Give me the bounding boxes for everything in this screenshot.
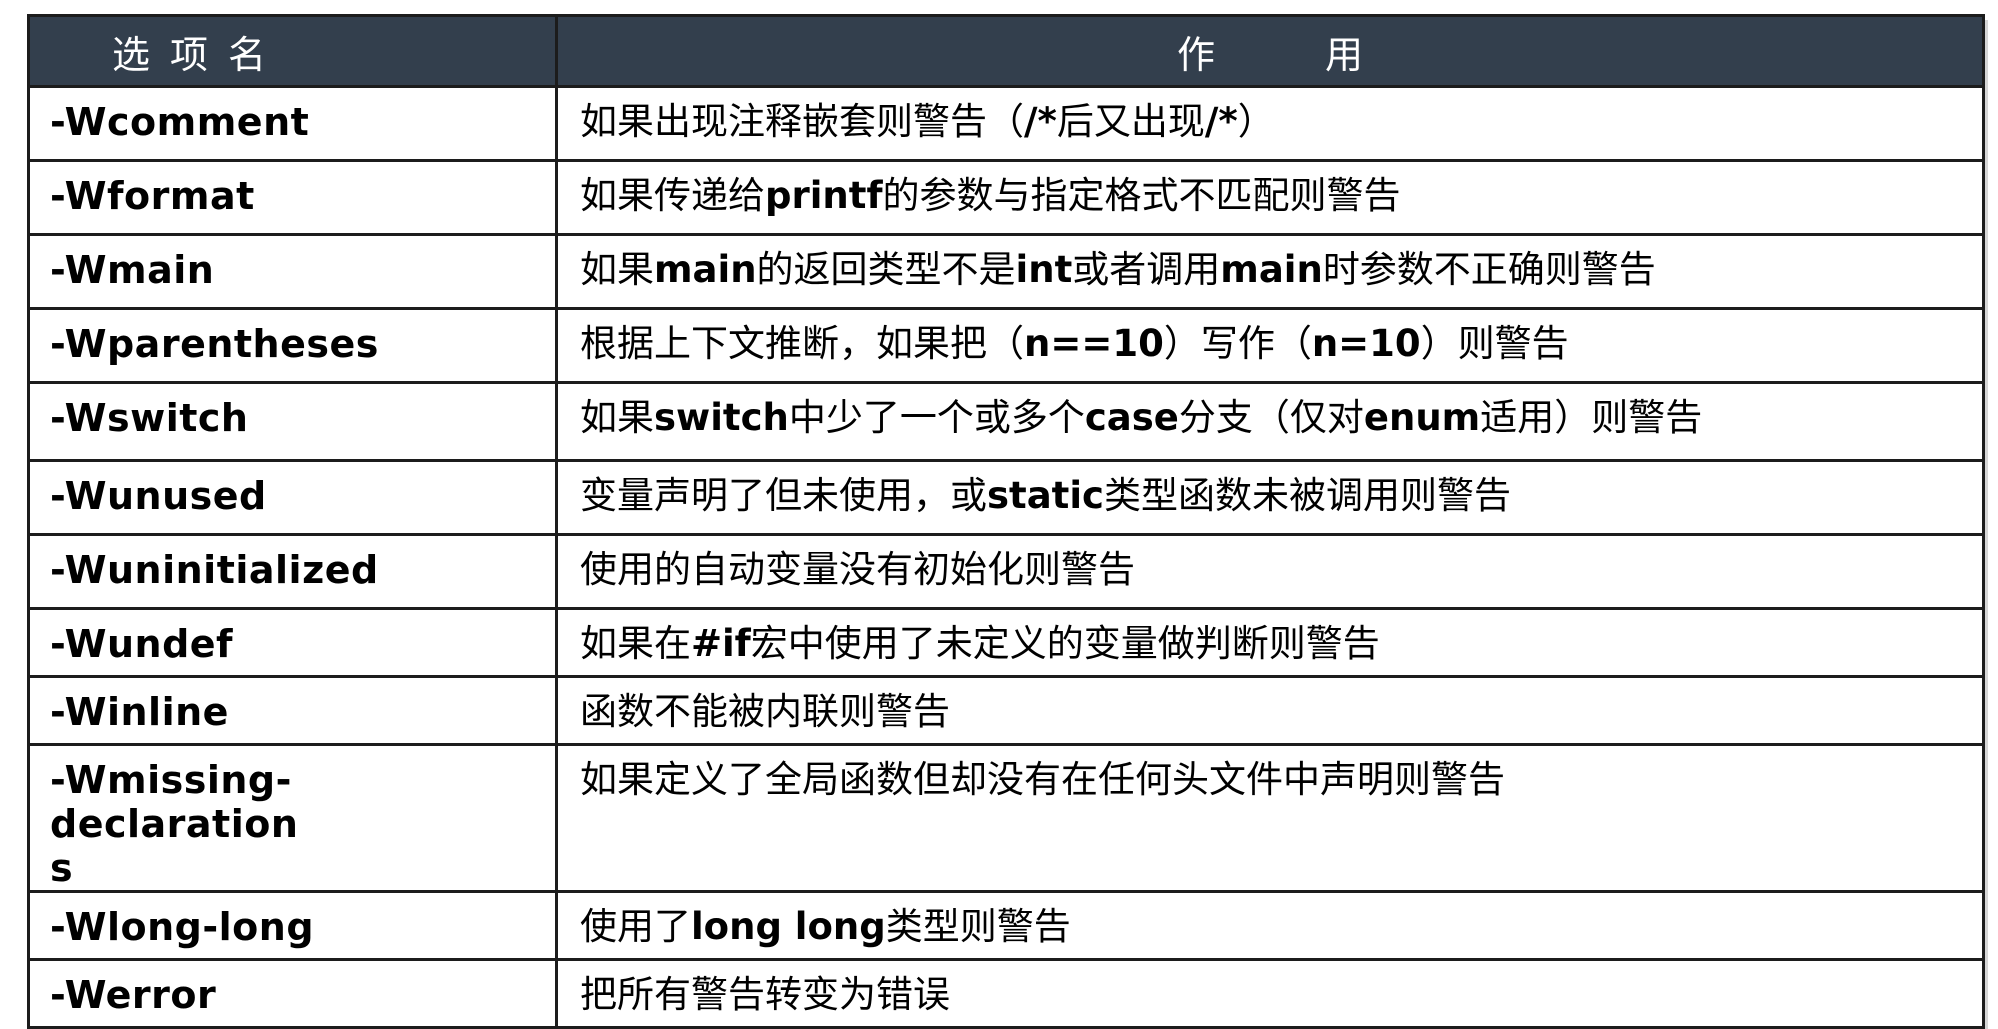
effect-cell: 如果出现注释嵌套则警告（/*后又出现/*） [555,85,1985,162]
table-row: -Wmain 如果main的返回类型不是int或者调用main时参数不正确则警告 [27,233,1985,310]
option-cell: -Wundef [27,607,558,678]
option-cell: -Wuninitialized [27,533,558,610]
table-row: -Wuninitialized 使用的自动变量没有初始化则警告 [27,533,1985,610]
header-row: 选项名 作用 [27,14,1985,88]
option-cell: -Wlong-long [27,890,558,961]
table-row: -Wunused 变量声明了但未使用，或static类型函数未被调用则警告 [27,459,1985,536]
option-cell: -Wformat [27,159,558,236]
table-row: -Wlong-long 使用了long long类型则警告 [27,890,1985,961]
table-header: 选项名 作用 [27,14,1985,88]
table-row: -Werror 把所有警告转变为错误 [27,958,1985,1029]
option-cell: -Wmain [27,233,558,310]
header-effect: 作用 [555,14,1985,88]
option-cell-text: -Wmissing-declarations [50,758,299,890]
effect-cell: 使用的自动变量没有初始化则警告 [555,533,1985,610]
option-cell: -Winline [27,675,558,746]
effect-cell: 如果main的返回类型不是int或者调用main时参数不正确则警告 [555,233,1985,310]
effect-cell: 如果在#if宏中使用了未定义的变量做判断则警告 [555,607,1985,678]
table-row: -Wmissing-declarations 如果定义了全局函数但却没有在任何头… [27,743,1985,893]
option-cell: -Wcomment [27,85,558,162]
option-cell: -Wmissing-declarations [27,743,558,893]
effect-cell: 如果switch中少了一个或多个case分支（仅对enum适用）则警告 [555,381,1985,462]
table-body: -Wcomment 如果出现注释嵌套则警告（/*后又出现/*） -Wformat… [27,85,1985,1029]
effect-cell: 根据上下文推断，如果把（n==10）写作（n=10）则警告 [555,307,1985,384]
option-cell: -Wparentheses [27,307,558,384]
effect-cell: 函数不能被内联则警告 [555,675,1985,746]
table-row: -Wformat 如果传递给printf的参数与指定格式不匹配则警告 [27,159,1985,236]
option-cell: -Wswitch [27,381,558,462]
table-row: -Wcomment 如果出现注释嵌套则警告（/*后又出现/*） [27,85,1985,162]
table-row: -Wundef 如果在#if宏中使用了未定义的变量做判断则警告 [27,607,1985,678]
option-cell: -Werror [27,958,558,1029]
effect-cell: 如果传递给printf的参数与指定格式不匹配则警告 [555,159,1985,236]
effect-cell: 使用了long long类型则警告 [555,890,1985,961]
effect-cell: 如果定义了全局函数但却没有在任何头文件中声明则警告 [555,743,1985,893]
table-row: -Wswitch 如果switch中少了一个或多个case分支（仅对enum适用… [27,381,1985,462]
table-row: -Winline 函数不能被内联则警告 [27,675,1985,746]
option-cell: -Wunused [27,459,558,536]
table-row: -Wparentheses 根据上下文推断，如果把（n==10）写作（n=10）… [27,307,1985,384]
effect-cell: 把所有警告转变为错误 [555,958,1985,1029]
header-effect-label: 作用 [1176,32,1473,77]
effect-cell: 变量声明了但未使用，或static类型函数未被调用则警告 [555,459,1985,536]
options-table: 选项名 作用 -Wcomment 如果出现注释嵌套则警告（/*后又出现/*） -… [27,14,1985,1029]
header-option-name: 选项名 [27,14,558,88]
gcc-warning-options-table: 选项名 作用 -Wcomment 如果出现注释嵌套则警告（/*后又出现/*） -… [27,14,1985,1029]
